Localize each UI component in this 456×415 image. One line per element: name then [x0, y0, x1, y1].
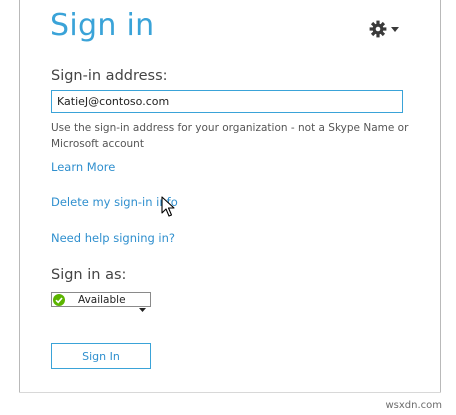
- page-title: Sign in: [50, 8, 155, 43]
- options-menu-button[interactable]: [369, 18, 401, 40]
- window-border-right: [440, 0, 441, 393]
- need-help-link[interactable]: Need help signing in?: [51, 231, 175, 245]
- chevron-down-icon: [139, 297, 146, 316]
- presence-status-dropdown[interactable]: Available: [51, 292, 151, 312]
- sign-in-button[interactable]: Sign In: [51, 343, 151, 369]
- available-status-icon: [52, 293, 65, 306]
- presence-status-label: Available: [78, 293, 126, 306]
- window-border-left: [19, 0, 20, 393]
- sign-in-address-input[interactable]: [51, 90, 403, 113]
- chevron-down-icon: [391, 26, 399, 32]
- mouse-pointer-icon: [161, 196, 175, 222]
- watermark: wsxdn.com: [385, 400, 442, 411]
- sign-in-address-help: Use the sign-in address for your organiz…: [51, 122, 409, 150]
- delete-sign-in-info-link[interactable]: Delete my sign-in info: [51, 195, 178, 209]
- gear-icon: [369, 20, 387, 38]
- sign-in-as-label: Sign in as:: [51, 267, 127, 283]
- window-border-bottom: [19, 392, 441, 393]
- sign-in-address-label: Sign-in address:: [51, 68, 168, 84]
- sign-in-window: Sign in Sign-in address: KatieJ@contoso.…: [0, 0, 456, 415]
- learn-more-link[interactable]: Learn More: [51, 160, 115, 174]
